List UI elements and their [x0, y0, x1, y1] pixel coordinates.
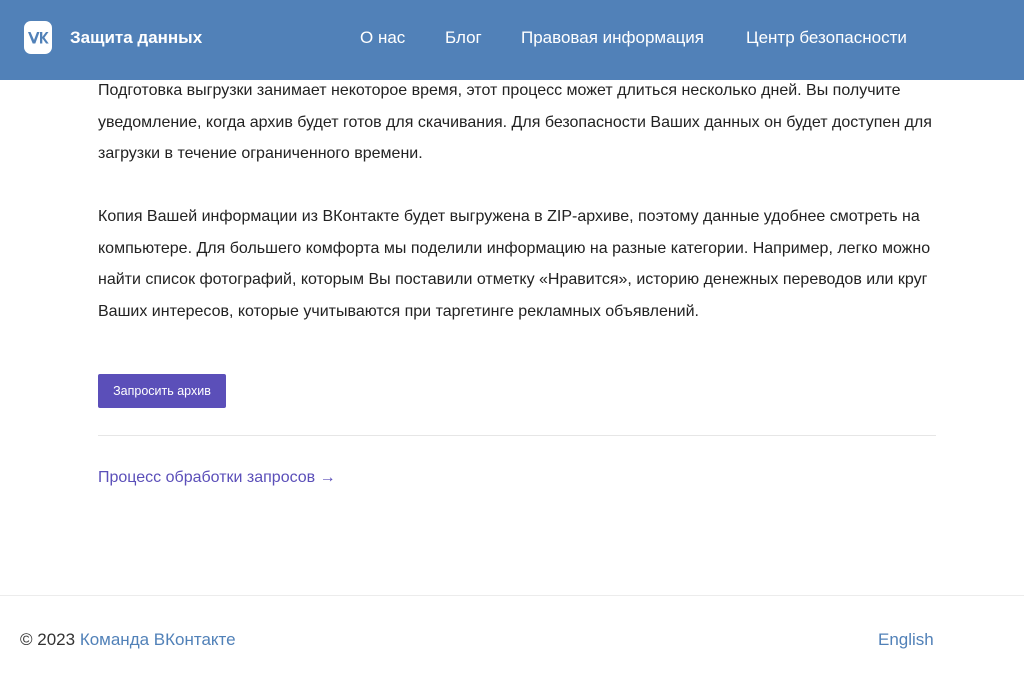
copyright-text: © 2023: [20, 630, 76, 649]
nav-item-legal[interactable]: Правовая информация: [521, 27, 704, 49]
header: Защита данных О нас Блог Правовая информ…: [0, 0, 1024, 80]
language-switch-link[interactable]: English: [878, 629, 934, 651]
zip-archive-paragraph: Копия Вашей информации из ВКонтакте буде…: [98, 208, 931, 320]
request-process-link[interactable]: Процесс обработки запросов →: [98, 467, 336, 489]
export-time-paragraph: Подготовка выгрузки занимает некоторое в…: [98, 82, 932, 162]
footer-copyright: © 2023 Команда ВКонтакте: [20, 629, 236, 651]
nav-item-safety[interactable]: Центр безопасности: [746, 27, 907, 49]
page: Защита данных О нас Блог Правовая информ…: [0, 0, 1024, 683]
vk-team-link[interactable]: Команда ВКонтакте: [80, 630, 236, 649]
nav-item-blog[interactable]: Блог: [445, 27, 482, 49]
nav-item-about[interactable]: О нас: [360, 27, 405, 49]
request-archive-button[interactable]: Запросить архив: [98, 374, 226, 408]
main-nav: О нас Блог Правовая информация Центр без…: [0, 27, 1024, 49]
footer-divider: [0, 595, 1024, 596]
content-divider: [98, 435, 936, 436]
